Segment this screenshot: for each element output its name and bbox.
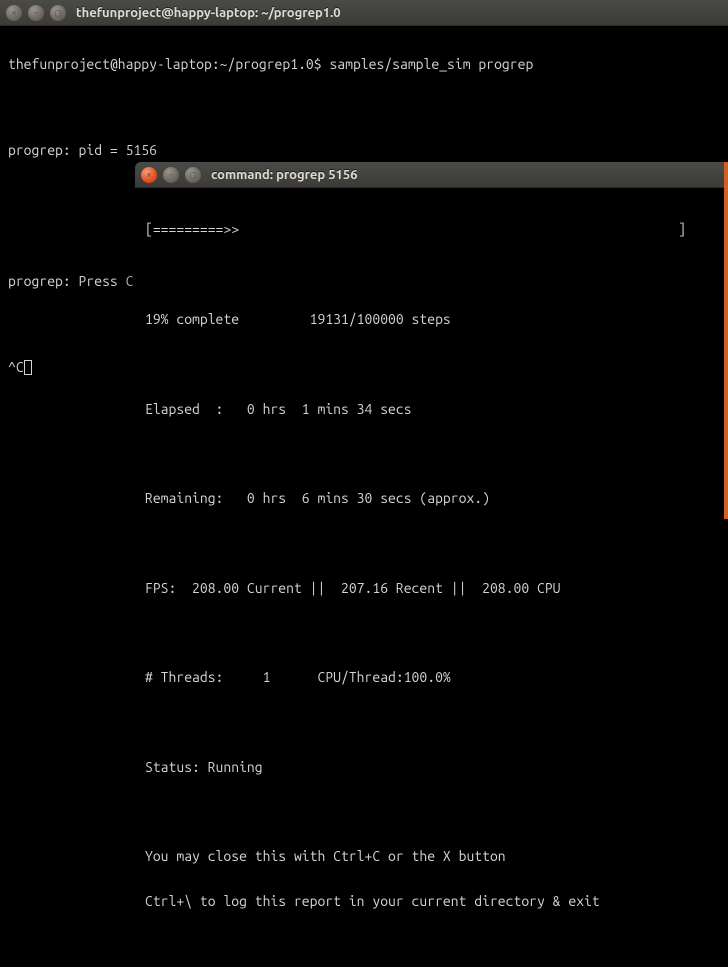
- progress-bar: [=========>> ]: [145, 218, 718, 240]
- sub-maximize-icon[interactable]: ▢: [185, 167, 201, 183]
- scrollbar[interactable]: [724, 162, 728, 519]
- pid-line: progrep: pid = 5156: [8, 140, 720, 162]
- prompt-line: thefunproject@happy-laptop:~/progrep1.0$…: [8, 54, 720, 76]
- percent-line: 19% complete 19131/100000 steps: [145, 308, 718, 330]
- threads-line: # Threads: 1 CPU/Thread:100.0%: [145, 666, 718, 688]
- sub-close-icon[interactable]: ×: [141, 167, 157, 183]
- maximize-icon[interactable]: ▢: [50, 5, 66, 21]
- sub-window-title: command: progrep 5156: [211, 168, 358, 182]
- minimize-icon[interactable]: –: [28, 5, 44, 21]
- remaining-line: Remaining: 0 hrs 6 mins 30 secs (approx.…: [145, 487, 718, 509]
- sub-titlebar: × – ▢ command: progrep 5156: [135, 162, 728, 188]
- main-window-title: thefunproject@happy-laptop: ~/progrep1.0: [76, 6, 341, 20]
- elapsed-line: Elapsed : 0 hrs 1 mins 34 secs: [145, 398, 718, 420]
- footer-line-1: You may close this with Ctrl+C or the X …: [145, 845, 718, 867]
- main-titlebar: × – ▢ thefunproject@happy-laptop: ~/prog…: [0, 0, 728, 26]
- sub-minimize-icon[interactable]: –: [163, 167, 179, 183]
- status-line: Status: Running: [145, 756, 718, 778]
- cursor-icon: [24, 360, 32, 375]
- progress-window: × – ▢ command: progrep 5156 [=========>>…: [135, 162, 728, 967]
- footer-line-2: Ctrl+\ to log this report in your curren…: [145, 890, 718, 912]
- progress-output: [=========>> ] 19% complete 19131/100000…: [135, 188, 728, 967]
- close-icon[interactable]: ×: [6, 5, 22, 21]
- fps-line: FPS: 208.00 Current || 207.16 Recent || …: [145, 577, 718, 599]
